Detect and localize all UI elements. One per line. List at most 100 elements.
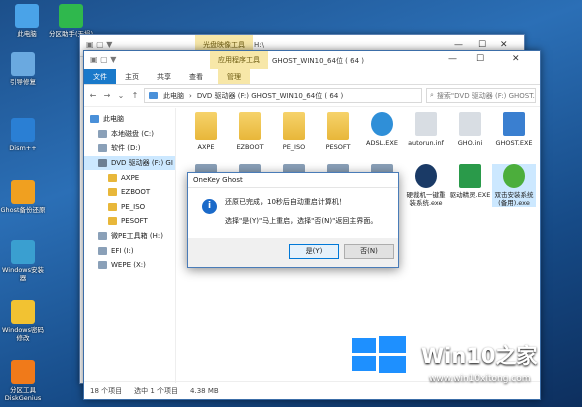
file-name: AXPE	[197, 143, 215, 151]
file-item[interactable]: PE_ISO	[272, 112, 316, 151]
tab-share[interactable]: 共享	[148, 69, 180, 84]
folder-icon	[195, 112, 217, 140]
network-globe-icon	[371, 112, 393, 136]
close-icon[interactable]: ✕	[500, 40, 508, 50]
desktop-icon[interactable]: Windows密码修改	[0, 300, 46, 342]
file-item[interactable]: PESOFT	[316, 112, 360, 151]
desktop-icon[interactable]: 此电脑	[4, 4, 50, 38]
folder-icon	[108, 188, 117, 197]
file-item[interactable]: GHOST.EXE	[492, 112, 536, 147]
folder-icon	[327, 112, 349, 140]
nav-item[interactable]: EZBOOT	[84, 185, 175, 200]
file-item[interactable]: EZBOOT	[228, 112, 272, 151]
close-icon[interactable]: ✕	[512, 54, 520, 64]
nav-item[interactable]: 此电脑	[84, 112, 175, 127]
file-item[interactable]: GHO.ini	[448, 112, 492, 147]
breadcrumb-drive[interactable]: DVD 驱动器 (F:) GHOST_WIN10_64位 ( 64 )	[197, 91, 343, 101]
maximize-icon[interactable]: ☐	[478, 40, 486, 50]
settings-file-icon	[415, 112, 437, 136]
driver-icon	[459, 164, 481, 188]
address-bar[interactable]: 此电脑 › DVD 驱动器 (F:) GHOST_WIN10_64位 ( 64 …	[144, 88, 422, 103]
file-name: 硬裁机一键重装系统.exe	[406, 191, 446, 207]
breadcrumb-computer[interactable]: 此电脑	[163, 91, 184, 101]
navigation-pane: 此电脑 本地磁盘 (C:) 软件 (D:) DVD 驱动器 (F:) GI AXPE EZ…	[84, 108, 176, 383]
nav-item-label: WEPE (X:)	[111, 261, 146, 270]
file-name: GHOST.EXE	[495, 139, 533, 147]
file-item[interactable]: 硬裁机一键重装系统.exe	[404, 164, 448, 207]
minimize-icon[interactable]: —	[448, 54, 457, 64]
onekey-ghost-dialog[interactable]: OneKey Ghost i 还原已完成，10秒后自动重启计算机！ 选择"是(Y…	[187, 172, 399, 268]
tab-view[interactable]: 查看	[180, 69, 212, 84]
breadcrumb-separator-icon: ›	[189, 91, 192, 100]
back-arrow-icon[interactable]: ←	[88, 91, 98, 100]
dialog-title: OneKey Ghost	[188, 173, 398, 188]
search-icon: ⌕	[430, 91, 434, 99]
nav-item[interactable]: DVD 驱动器 (F:) GI	[84, 155, 175, 171]
file-item[interactable]: 驱动精灵.EXE	[448, 164, 492, 199]
desktop-icon[interactable]: Windows安装器	[0, 240, 46, 282]
window-titlebar[interactable]: ▣ ▢ ▼ 应用程序工具 GHOST_WIN10_64位 ( 64 ) — ☐ …	[84, 51, 540, 69]
drive-icon	[98, 246, 107, 255]
desktop-icon[interactable]: Ghost备份还原	[0, 180, 46, 214]
desktop-icon[interactable]: 分区工具 DiskGenius	[0, 360, 46, 402]
context-header: 应用程序工具	[210, 51, 268, 69]
search-box[interactable]: ⌕ 搜索"DVD 驱动器 (F:) GHOST...	[426, 88, 536, 103]
recent-chevron-icon[interactable]: ⌄	[116, 91, 126, 100]
file-item[interactable]: 双击安装系统(备用).exe	[492, 164, 536, 207]
selected-size: 4.38 MB	[190, 386, 219, 395]
logo-pane	[352, 356, 376, 371]
desktop-icon-label: Dism++	[9, 144, 37, 152]
nav-item-label: EZBOOT	[121, 188, 151, 197]
minimize-icon[interactable]: —	[454, 40, 463, 50]
desktop-icon[interactable]: Dism++	[0, 118, 46, 152]
nav-item-label: PESOFT	[121, 217, 148, 226]
partition-icon	[59, 4, 83, 28]
file-item[interactable]: AXPE	[184, 112, 228, 151]
logo-pane	[379, 356, 406, 373]
dialog-message-2: 选择"是(Y)"马上重启，选择"否(N)"返回主界面。	[225, 217, 378, 225]
no-button[interactable]: 否(N)	[344, 244, 394, 259]
tab-manage[interactable]: 管理	[218, 69, 250, 84]
nav-item[interactable]: PESOFT	[84, 214, 175, 229]
file-name: autorun.inf	[408, 139, 444, 147]
nav-item[interactable]: WEPE (X:)	[84, 258, 175, 273]
desktop-icons: 此电脑 分区助手(无损) 引导修复 Dism++ Ghost备份还原 Windows安装器…	[0, 0, 93, 407]
nav-item[interactable]: PE_ISO	[84, 200, 175, 215]
yes-button[interactable]: 是(Y)	[289, 244, 339, 259]
desktop-icon[interactable]: 引导修复	[0, 52, 46, 86]
folder-icon	[239, 112, 261, 140]
folder-icon	[108, 217, 117, 226]
file-name: EZBOOT	[236, 143, 264, 151]
dialog-message-1: 还原已完成，10秒后自动重启计算机！	[225, 198, 346, 206]
nav-item[interactable]: AXPE	[84, 170, 175, 185]
tab-file[interactable]: 文件	[84, 69, 116, 84]
file-item[interactable]: autorun.inf	[404, 112, 448, 147]
nav-item[interactable]: 本地磁盘 (C:)	[84, 127, 175, 142]
window-title: GHOST_WIN10_64位 ( 64 )	[272, 57, 364, 65]
item-count: 18 个项目	[90, 386, 123, 395]
file-name: GHO.ini	[457, 139, 483, 147]
maximize-icon[interactable]: ☐	[476, 54, 484, 64]
key-icon	[11, 300, 35, 324]
watermark-url: www.win10xitong.com	[429, 374, 531, 384]
nav-item[interactable]: 软件 (D:)	[84, 141, 175, 156]
nav-item-label: EFI (I:)	[111, 246, 134, 255]
diskgenius-icon	[11, 360, 35, 384]
selected-count: 选中 1 个项目	[134, 386, 179, 395]
address-row: ← → ⌄ ↑ 此电脑 › DVD 驱动器 (F:) GHOST_WIN10_6…	[84, 85, 540, 107]
quick-access-icons: ▣ ▢ ▼	[90, 55, 117, 64]
ribbon-tabs: 文件 主页 共享 查看 管理	[84, 69, 540, 85]
desktop-icon[interactable]: 分区助手(无损)	[48, 4, 94, 38]
file-item[interactable]: ADSL.EXE	[360, 112, 404, 147]
folder-icon	[108, 173, 117, 182]
nav-item[interactable]: 微PE工具箱 (H:)	[84, 229, 175, 244]
quick-access-icons: ▣ ▢ ▼	[86, 40, 113, 49]
computer-icon	[15, 4, 39, 28]
tab-home[interactable]: 主页	[116, 69, 148, 84]
forward-arrow-icon[interactable]: →	[102, 91, 112, 100]
dialog-footer: 是(Y) 否(N)	[188, 238, 398, 267]
nav-item-label: PE_ISO	[121, 202, 146, 211]
nav-item[interactable]: EFI (I:)	[84, 243, 175, 258]
drive-icon	[98, 261, 107, 270]
up-arrow-icon[interactable]: ↑	[130, 91, 140, 100]
